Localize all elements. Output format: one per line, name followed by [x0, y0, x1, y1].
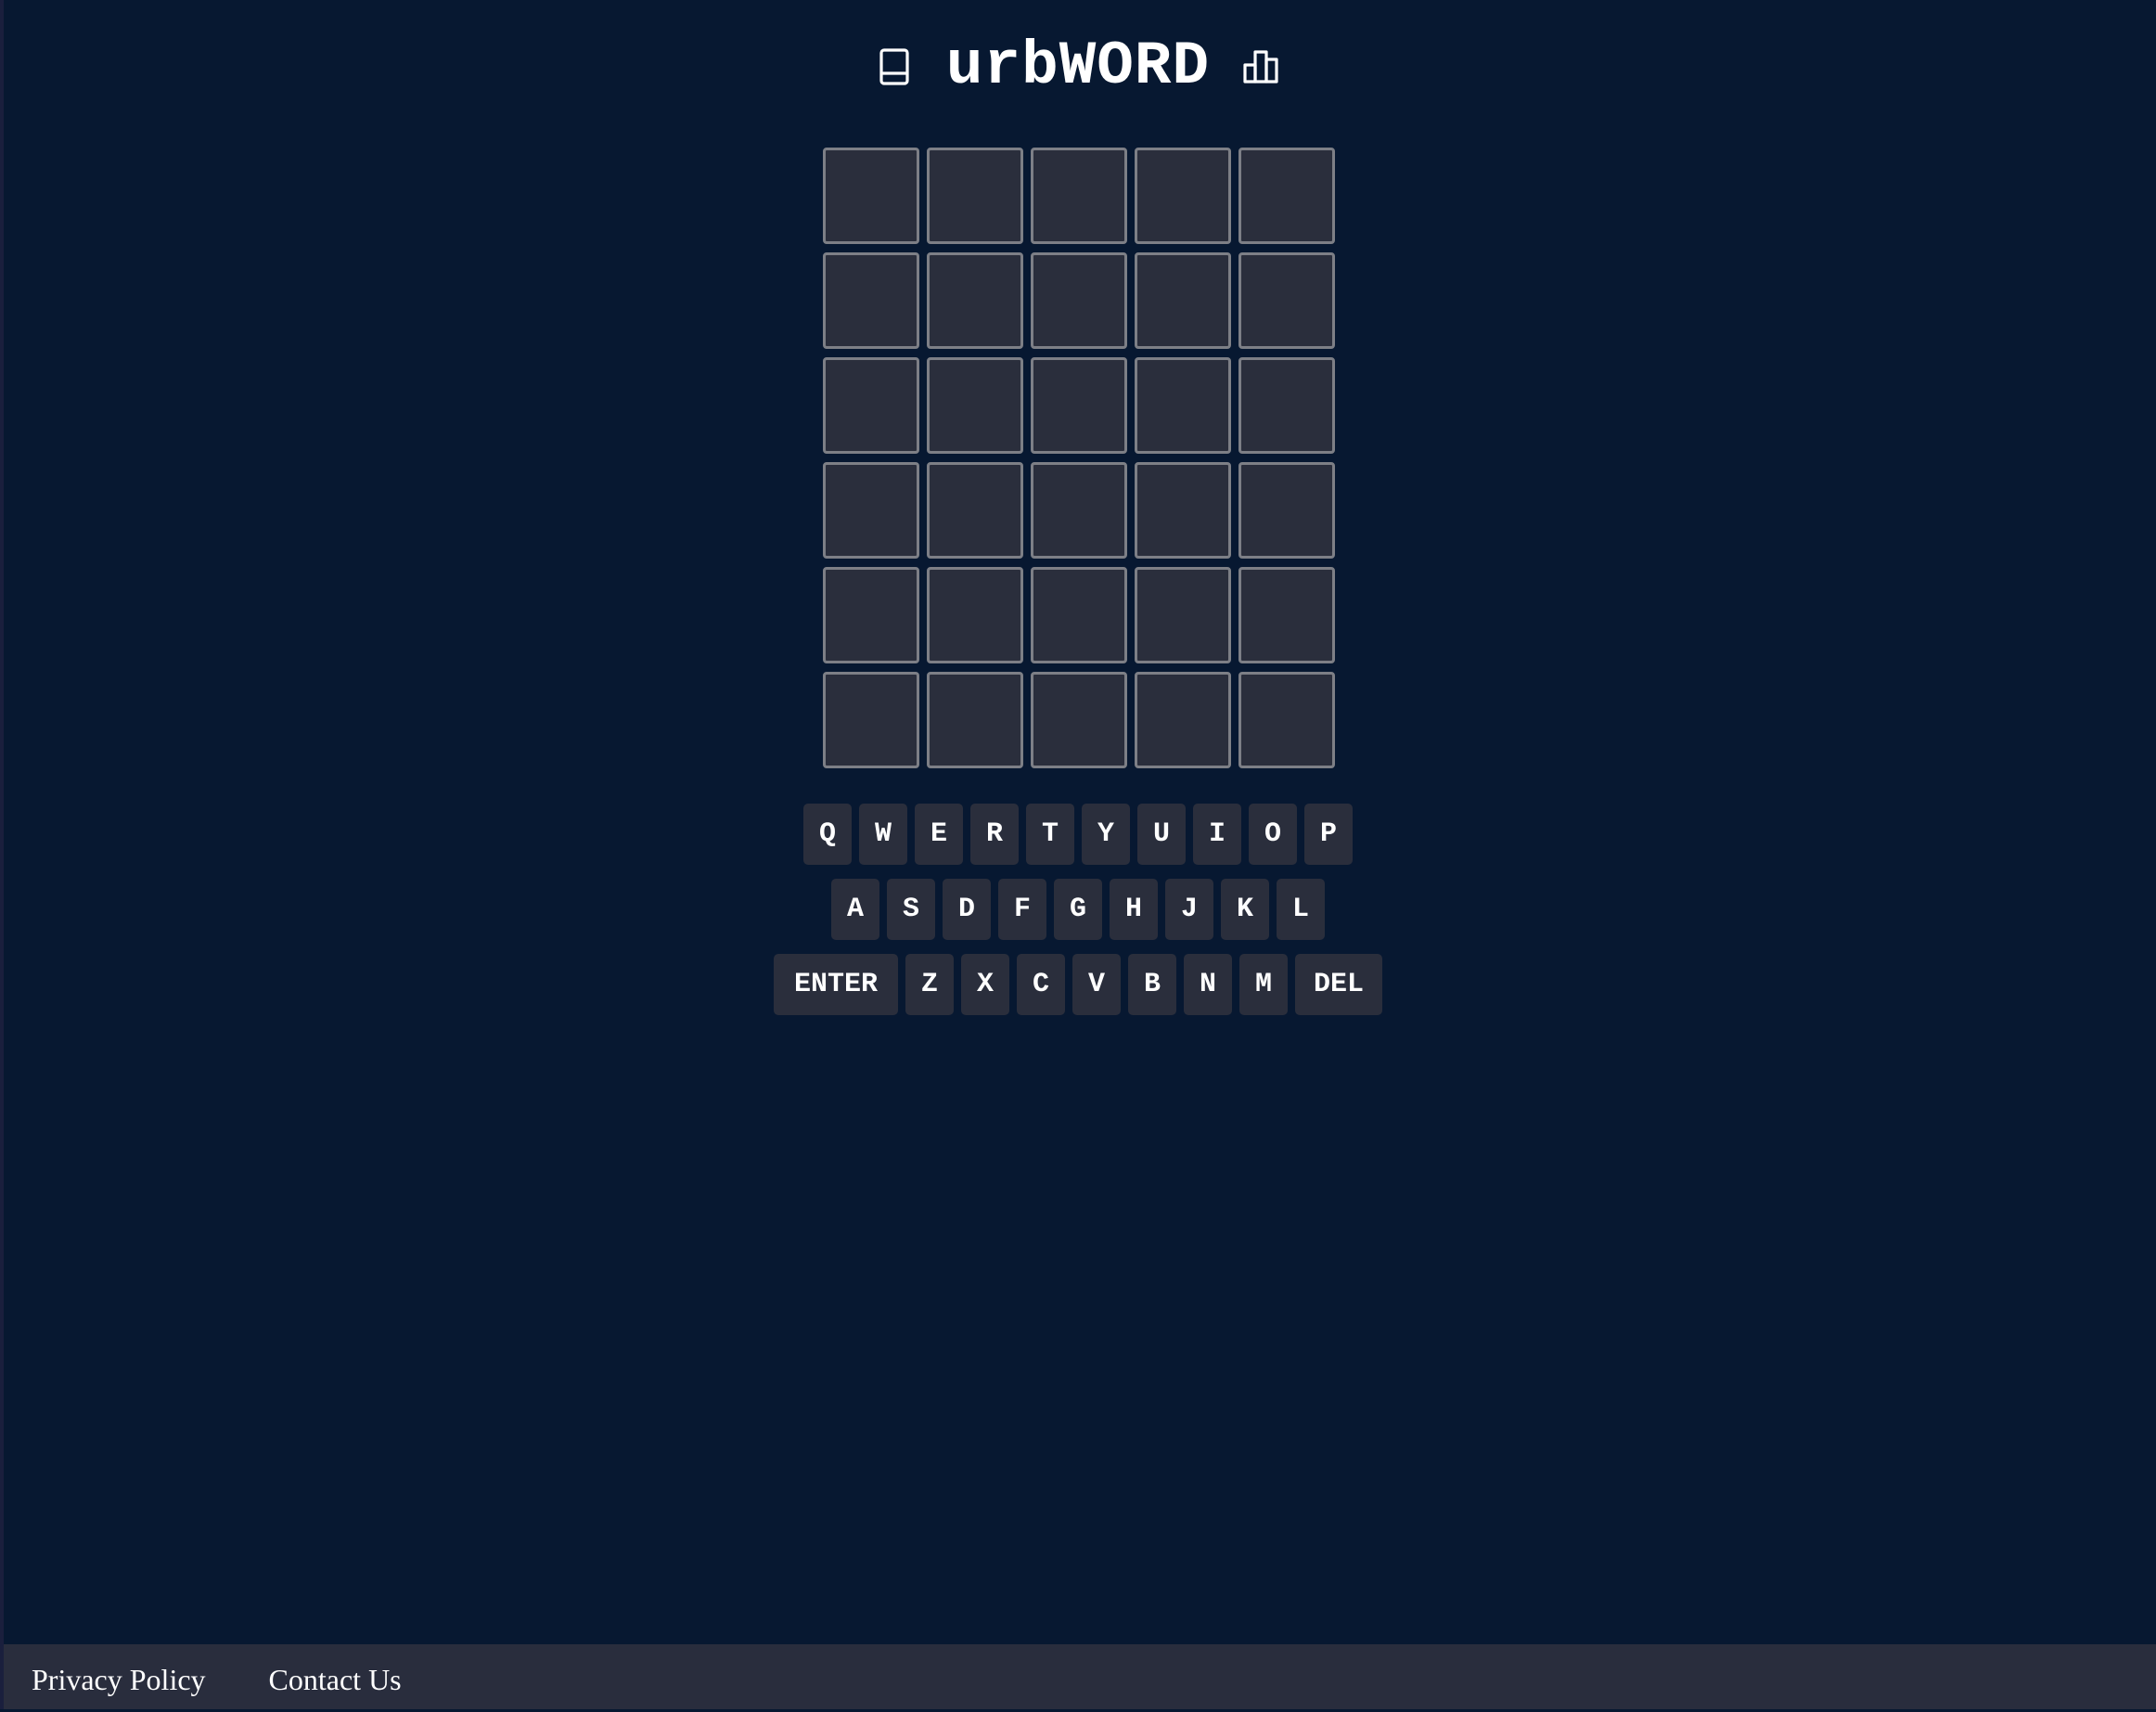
board-tile — [823, 567, 919, 663]
key-f[interactable]: F — [998, 879, 1046, 940]
key-k[interactable]: K — [1221, 879, 1269, 940]
board-tile — [1135, 357, 1231, 454]
board-tile — [1135, 567, 1231, 663]
privacy-policy-link[interactable]: Privacy Policy — [32, 1641, 206, 1712]
board-tile — [1135, 672, 1231, 768]
board-tile — [1238, 567, 1335, 663]
board-tile — [1135, 462, 1231, 559]
keyboard-row-2: ASDFGHJKL — [0, 879, 2156, 940]
key-q[interactable]: Q — [803, 804, 852, 865]
key-j[interactable]: J — [1165, 879, 1213, 940]
board-tile — [1238, 357, 1335, 454]
key-n[interactable]: N — [1184, 954, 1232, 1015]
footer: Privacy Policy Contact Us — [4, 1644, 2156, 1709]
key-l[interactable]: L — [1277, 879, 1325, 940]
board-tile — [927, 567, 1023, 663]
key-c[interactable]: C — [1017, 954, 1065, 1015]
board-tile — [1238, 672, 1335, 768]
key-a[interactable]: A — [831, 879, 879, 940]
board-tile — [1031, 252, 1127, 349]
key-m[interactable]: M — [1239, 954, 1288, 1015]
key-del[interactable]: DEL — [1295, 954, 1382, 1015]
key-p[interactable]: P — [1304, 804, 1353, 865]
board-tile — [823, 462, 919, 559]
key-enter[interactable]: ENTER — [774, 954, 898, 1015]
keyboard-row-1: QWERTYUIOP — [0, 804, 2156, 865]
board-tile — [1031, 148, 1127, 244]
key-h[interactable]: H — [1110, 879, 1158, 940]
board-tile — [823, 357, 919, 454]
board-tile — [823, 252, 919, 349]
key-o[interactable]: O — [1249, 804, 1297, 865]
board-tile — [1238, 252, 1335, 349]
board-tile — [1031, 672, 1127, 768]
board-tile — [823, 672, 919, 768]
board-tile — [1031, 357, 1127, 454]
key-e[interactable]: E — [915, 804, 963, 865]
board-tile — [1135, 148, 1231, 244]
board-tile — [823, 148, 919, 244]
key-s[interactable]: S — [887, 879, 935, 940]
key-x[interactable]: X — [961, 954, 1009, 1015]
board-tile — [1238, 148, 1335, 244]
book-icon[interactable] — [874, 46, 915, 87]
game-board — [823, 148, 1335, 768]
key-g[interactable]: G — [1054, 879, 1102, 940]
board-tile — [927, 462, 1023, 559]
key-i[interactable]: I — [1193, 804, 1241, 865]
keyboard-row-3: ENTER Z X C V B N M DEL — [0, 954, 2156, 1015]
key-r[interactable]: R — [970, 804, 1019, 865]
board-tile — [1031, 462, 1127, 559]
key-w[interactable]: W — [859, 804, 907, 865]
key-t[interactable]: T — [1026, 804, 1074, 865]
board-tile — [1031, 567, 1127, 663]
board-tile — [1135, 252, 1231, 349]
board-tile — [927, 148, 1023, 244]
key-z[interactable]: Z — [905, 954, 954, 1015]
key-b[interactable]: B — [1128, 954, 1176, 1015]
key-v[interactable]: V — [1072, 954, 1121, 1015]
bar-chart-icon[interactable] — [1241, 46, 1282, 87]
key-d[interactable]: D — [943, 879, 991, 940]
key-u[interactable]: U — [1137, 804, 1186, 865]
app-title: urbWORD — [945, 32, 1211, 101]
board-tile — [927, 672, 1023, 768]
board-tile — [1238, 462, 1335, 559]
board-tile — [927, 252, 1023, 349]
board-tile — [927, 357, 1023, 454]
header: urbWORD — [0, 28, 2156, 106]
key-y[interactable]: Y — [1082, 804, 1130, 865]
contact-us-link[interactable]: Contact Us — [269, 1641, 402, 1712]
